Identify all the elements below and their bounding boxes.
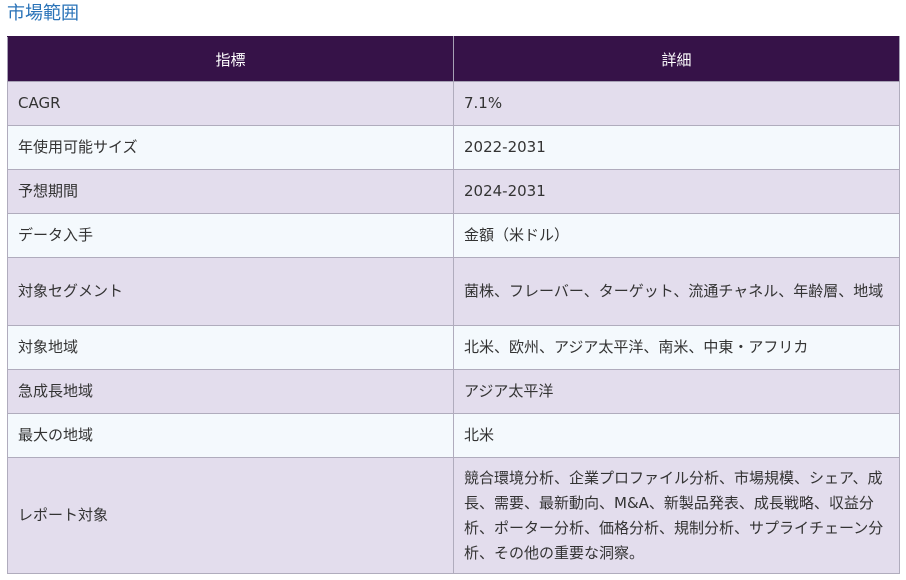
table-row: 最大の地域 北米: [7, 413, 900, 458]
table-row: レポート対象 競合環境分析、企業プロファイル分析、市場規模、シェア、成長、需要、…: [7, 457, 900, 574]
metric-cell: 対象セグメント: [7, 257, 454, 326]
detail-cell: 金額（米ドル）: [453, 213, 900, 258]
metric-cell: 急成長地域: [7, 369, 454, 414]
table-row: CAGR 7.1%: [7, 81, 900, 126]
table-row: データ入手 金額（米ドル）: [7, 213, 900, 258]
detail-cell: 2022-2031: [453, 125, 900, 170]
detail-cell: 北米、欧州、アジア太平洋、南米、中東・アフリカ: [453, 325, 900, 370]
detail-cell: 7.1%: [453, 81, 900, 126]
column-header-metric: 指標: [7, 36, 454, 82]
table-row: 年使用可能サイズ 2022-2031: [7, 125, 900, 170]
table-header-row: 指標 詳細: [7, 36, 900, 82]
detail-cell: 競合環境分析、企業プロファイル分析、市場規模、シェア、成長、需要、最新動向、M&…: [453, 457, 900, 574]
table-row: 急成長地域 アジア太平洋: [7, 369, 900, 414]
metric-cell: 対象地域: [7, 325, 454, 370]
table-row: 対象セグメント 菌株、フレーバー、ターゲット、流通チャネル、年齢層、地域: [7, 257, 900, 326]
detail-cell: 北米: [453, 413, 900, 458]
metric-cell: 予想期間: [7, 169, 454, 214]
metric-cell: レポート対象: [7, 457, 454, 574]
metric-cell: 最大の地域: [7, 413, 454, 458]
market-scope-table: 指標 詳細 CAGR 7.1% 年使用可能サイズ 2022-2031 予想期間 …: [7, 36, 900, 574]
detail-cell: 菌株、フレーバー、ターゲット、流通チャネル、年齢層、地域: [453, 257, 900, 326]
metric-cell: 年使用可能サイズ: [7, 125, 454, 170]
detail-cell: 2024-2031: [453, 169, 900, 214]
column-header-detail: 詳細: [453, 36, 900, 82]
table-row: 予想期間 2024-2031: [7, 169, 900, 214]
table-row: 対象地域 北米、欧州、アジア太平洋、南米、中東・アフリカ: [7, 325, 900, 370]
metric-cell: データ入手: [7, 213, 454, 258]
section-heading: 市場範囲: [7, 3, 79, 24]
metric-cell: CAGR: [7, 81, 454, 126]
detail-cell: アジア太平洋: [453, 369, 900, 414]
